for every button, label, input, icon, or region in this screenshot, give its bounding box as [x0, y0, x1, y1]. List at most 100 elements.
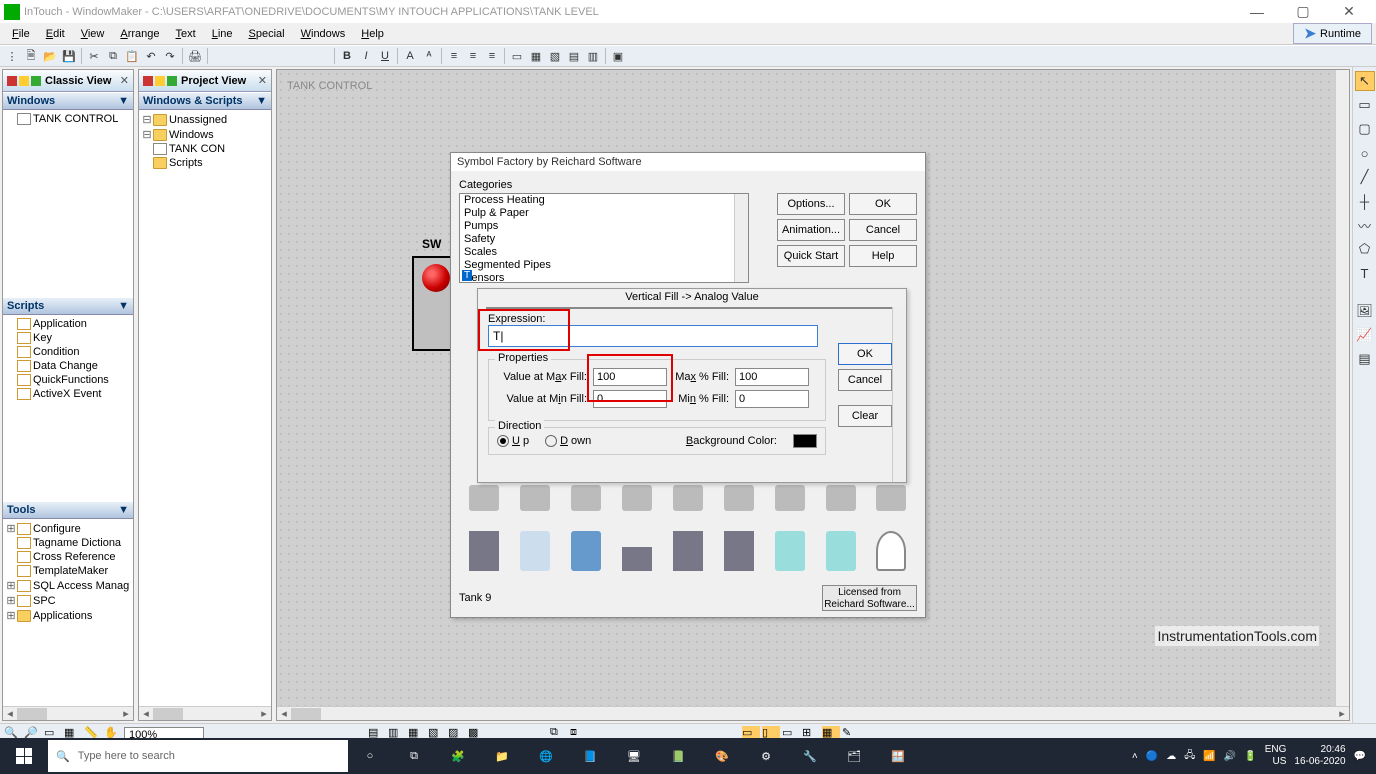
tank-symbol[interactable]: [571, 531, 601, 571]
tb-save[interactable]: 💾: [60, 47, 78, 65]
project-close-icon[interactable]: ✕: [258, 74, 267, 87]
tool-apps[interactable]: ⊞Applications: [5, 608, 131, 623]
menu-windows[interactable]: Windows: [293, 26, 354, 42]
tb-font-smaller[interactable]: ᴬ: [420, 47, 438, 65]
windows-scripts-header[interactable]: Windows & Scripts▼: [139, 92, 271, 110]
tray-teamviewer-icon[interactable]: 🔵: [1146, 751, 1158, 762]
sf-quickstart-button[interactable]: Quick Start: [777, 245, 845, 267]
tb-app7[interactable]: 🎨: [700, 738, 744, 774]
menu-special[interactable]: Special: [241, 26, 293, 42]
canvas-hscroll[interactable]: ◂▸: [277, 706, 1349, 720]
tree-scripts-folder[interactable]: Scripts: [141, 156, 269, 170]
tool-template[interactable]: TemplateMaker: [5, 564, 131, 578]
tree-tank-control[interactable]: TANK CONTROL: [5, 112, 131, 126]
tank-symbol[interactable]: [826, 531, 856, 571]
tree-tank-con[interactable]: TANK CON: [141, 142, 269, 156]
tank-symbol[interactable]: [673, 485, 703, 511]
tank-symbol[interactable]: [622, 547, 652, 571]
sf-ok-button[interactable]: OK: [849, 193, 917, 215]
license-button[interactable]: Licensed fromReichard Software...: [822, 585, 917, 611]
tb-app11[interactable]: 🪟: [876, 738, 920, 774]
cortana-icon[interactable]: ○: [348, 738, 392, 774]
tank-symbol[interactable]: [724, 531, 754, 571]
tb-underline[interactable]: U: [376, 47, 394, 65]
vf-vscroll[interactable]: [892, 307, 906, 482]
sf-animation-button[interactable]: Animation...: [777, 219, 845, 241]
tools-header[interactable]: Tools▼: [3, 501, 133, 519]
tb-shape3[interactable]: ▧: [546, 47, 564, 65]
script-condition[interactable]: Condition: [5, 345, 131, 359]
cat-sensors[interactable]: Sensors: [460, 272, 748, 283]
tb-shape4[interactable]: ▤: [565, 47, 583, 65]
tray-notifications-icon[interactable]: 💬: [1354, 751, 1366, 762]
tree-windows-folder[interactable]: ⊟Windows: [141, 127, 269, 142]
polyline-tool[interactable]: 〰: [1355, 215, 1375, 235]
start-button[interactable]: [0, 738, 48, 774]
tb-copy[interactable]: ⧉: [104, 47, 122, 65]
maximize-button[interactable]: ▢: [1280, 3, 1326, 20]
polygon-tool[interactable]: ⬠: [1355, 239, 1375, 259]
close-button[interactable]: ✕: [1326, 3, 1372, 20]
cat-process-heating[interactable]: Process Heating: [460, 194, 748, 207]
categories-list[interactable]: Process Heating Pulp & Paper Pumps Safet…: [459, 193, 749, 283]
categories-scrollbar[interactable]: [734, 194, 748, 282]
radio-up[interactable]: Up: [497, 435, 529, 447]
tb-shape5[interactable]: ▥: [584, 47, 602, 65]
tool-crossref[interactable]: Cross Reference: [5, 550, 131, 564]
tree-unassigned[interactable]: ⊟Unassigned: [141, 112, 269, 127]
image-tool[interactable]: 🖼: [1355, 301, 1375, 321]
cat-scales[interactable]: Scales: [460, 246, 748, 259]
tank-symbol[interactable]: [520, 485, 550, 511]
tank-symbol[interactable]: [775, 531, 805, 571]
runtime-button[interactable]: ➤ Runtime: [1293, 23, 1372, 44]
taskbar-search[interactable]: 🔍 Type here to search: [48, 740, 348, 772]
maxpct-input[interactable]: [735, 368, 809, 386]
scripts-header[interactable]: Scripts▼: [3, 297, 133, 315]
tray-battery-icon[interactable]: 🔋: [1244, 751, 1256, 762]
circle-tool[interactable]: ○: [1355, 143, 1375, 163]
rect-tool[interactable]: ▭: [1355, 95, 1375, 115]
tool-sql[interactable]: ⊞SQL Access Manag: [5, 578, 131, 593]
sf-cancel-button[interactable]: Cancel: [849, 219, 917, 241]
sf-options-button[interactable]: Options...: [777, 193, 845, 215]
menu-view[interactable]: View: [73, 26, 113, 42]
radio-down[interactable]: Down: [545, 435, 591, 447]
tool-spc[interactable]: ⊞SPC: [5, 593, 131, 608]
menu-edit[interactable]: Edit: [38, 26, 73, 42]
tb-app5[interactable]: 🖥: [612, 738, 656, 774]
tray-cloud-icon[interactable]: ☁: [1166, 751, 1176, 762]
tank-symbol[interactable]: [826, 485, 856, 511]
roundrect-tool[interactable]: ▢: [1355, 119, 1375, 139]
tb-open[interactable]: 📂: [41, 47, 59, 65]
sf-help-button[interactable]: Help: [849, 245, 917, 267]
windows-header[interactable]: Windows▼: [3, 92, 133, 110]
tray-clock[interactable]: 20:4616-06-2020: [1294, 744, 1345, 768]
classic-hscroll[interactable]: ◂▸: [3, 706, 133, 720]
script-key[interactable]: Key: [5, 331, 131, 345]
tb-italic[interactable]: I: [357, 47, 375, 65]
canvas-vscroll[interactable]: [1335, 70, 1349, 706]
cat-selected-letter[interactable]: T: [462, 270, 472, 281]
tray-wifi-icon[interactable]: 📶: [1203, 751, 1215, 762]
tb-app9[interactable]: 🔧: [788, 738, 832, 774]
tb-redo[interactable]: ↷: [161, 47, 179, 65]
cat-segmented-pipes[interactable]: Segmented Pipes: [460, 259, 748, 272]
minpct-input[interactable]: [735, 390, 809, 408]
vf-clear-button[interactable]: Clear: [838, 405, 892, 427]
line-tool[interactable]: ╱: [1355, 167, 1375, 187]
tb-app2[interactable]: 📁: [480, 738, 524, 774]
cat-pulp-paper[interactable]: Pulp & Paper: [460, 207, 748, 220]
project-hscroll[interactable]: ◂▸: [139, 706, 271, 720]
classic-close-icon[interactable]: ✕: [120, 74, 129, 87]
tb-cut[interactable]: ✂: [85, 47, 103, 65]
tb-paste[interactable]: 📋: [123, 47, 141, 65]
tray-lang[interactable]: ENGUS: [1265, 744, 1287, 768]
cat-pumps[interactable]: Pumps: [460, 220, 748, 233]
tank-symbol[interactable]: [571, 485, 601, 511]
cat-safety[interactable]: Safety: [460, 233, 748, 246]
vf-cancel-button[interactable]: Cancel: [838, 369, 892, 391]
script-data-change[interactable]: Data Change: [5, 359, 131, 373]
tank-symbol[interactable]: [622, 485, 652, 511]
tb-app8[interactable]: ⚙: [744, 738, 788, 774]
script-quickfunctions[interactable]: QuickFunctions: [5, 373, 131, 387]
